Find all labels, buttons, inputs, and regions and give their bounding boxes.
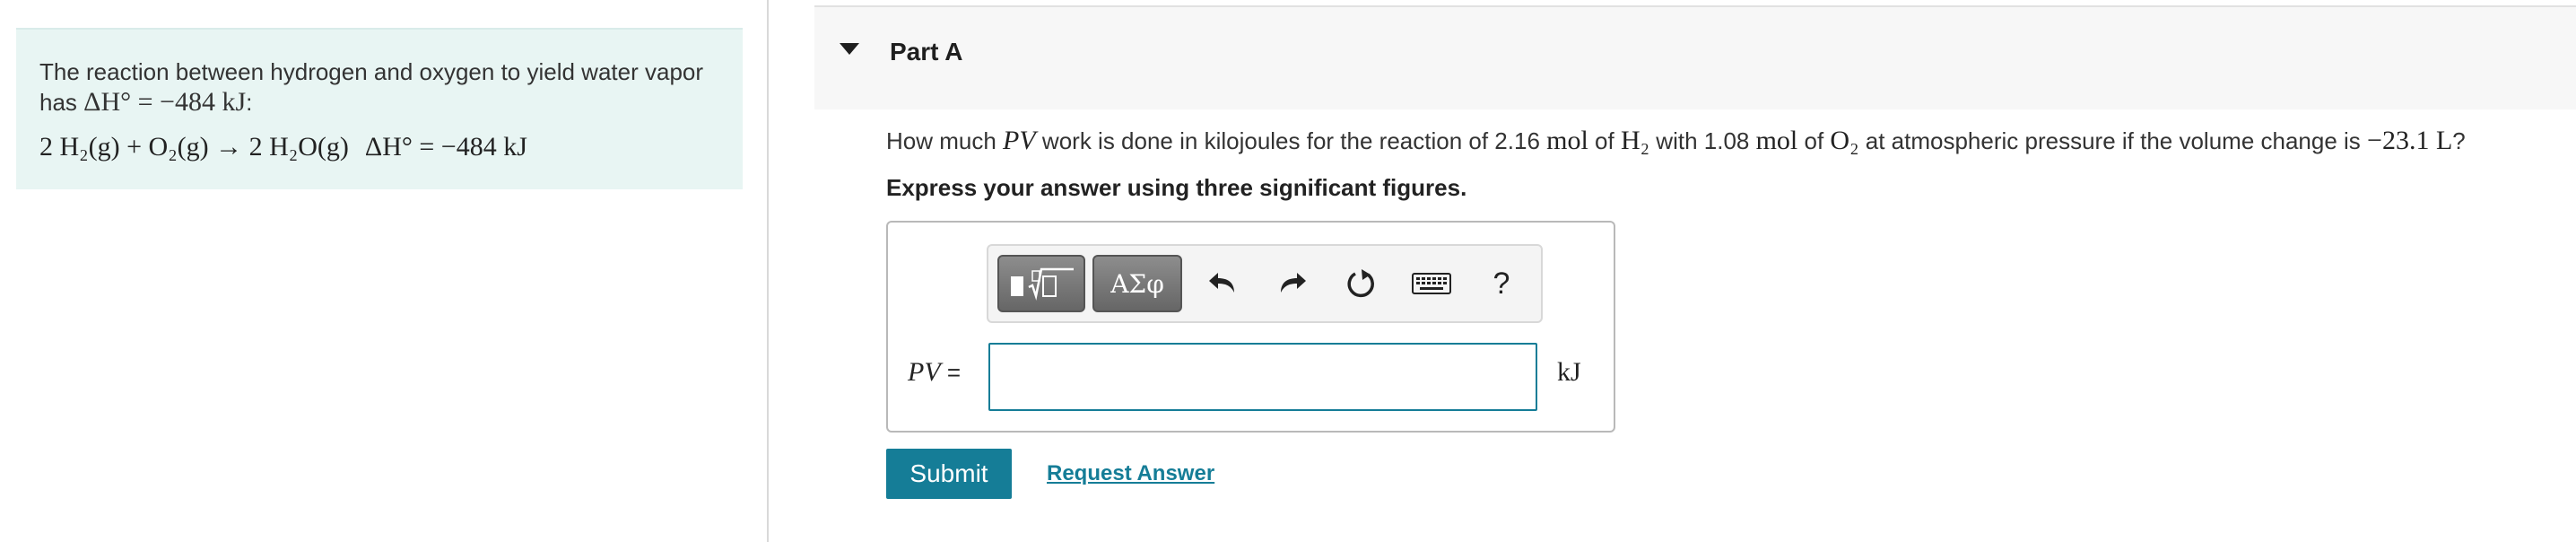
- question-pv: PV: [1003, 126, 1036, 155]
- question-segment: work is done in kilojoules for the react…: [1035, 127, 1547, 154]
- answer-box: ΑΣφ ? PV = kJ: [886, 221, 1615, 433]
- answer-label: PV =: [908, 357, 961, 388]
- math-toolbar: ΑΣφ ?: [987, 244, 1543, 323]
- request-answer-link[interactable]: Request Answer: [1047, 461, 1214, 486]
- question-segment: at atmospheric pressure if the volume ch…: [1858, 127, 2368, 154]
- question-unit-mol: mol: [1755, 126, 1798, 155]
- question-segment: of: [1588, 127, 1621, 154]
- submit-button[interactable]: Submit: [886, 449, 1012, 499]
- intro-text-suffix: :: [246, 89, 253, 116]
- keyboard-icon[interactable]: [1406, 262, 1457, 305]
- templates-button[interactable]: [997, 255, 1085, 312]
- answer-label-equals: =: [940, 359, 962, 386]
- intro-text: The reaction between hydrogen and oxygen…: [39, 57, 730, 118]
- part-header[interactable]: Part A: [814, 5, 2576, 109]
- question-segment: of: [1797, 127, 1831, 154]
- caret-down-icon[interactable]: [840, 43, 859, 55]
- question-segment: with 1.08: [1649, 127, 1756, 154]
- reset-icon[interactable]: [1340, 262, 1383, 305]
- instruction-text: Express your answer using three signific…: [886, 174, 1467, 201]
- undo-icon[interactable]: [1202, 262, 1245, 305]
- answer-unit: kJ: [1557, 357, 1581, 387]
- equation-enthalpy: ΔH° = −484 kJ: [364, 132, 527, 162]
- panel-divider: [767, 0, 769, 542]
- question-unit-mol: mol: [1546, 126, 1588, 155]
- answer-input[interactable]: [988, 343, 1537, 411]
- redo-icon[interactable]: [1270, 262, 1313, 305]
- answer-label-pv: PV: [908, 357, 941, 387]
- intro-enthalpy-inline: ΔH° = −484 kJ: [83, 87, 247, 117]
- question-segment: ?: [2452, 127, 2466, 154]
- question-h2: H₂: [1620, 126, 1650, 155]
- templates-icon: [1011, 267, 1074, 301]
- question-segment: How much: [886, 127, 1004, 154]
- reaction-equation: 2 H₂(g) + O₂(g) → 2 H₂O(g) ΔH° = −484 kJ: [39, 132, 527, 162]
- question-volume-change: −23.1 L: [2367, 126, 2453, 155]
- question-text: How much PV work is done in kilojoules f…: [886, 126, 2466, 156]
- equation-reaction: 2 H₂(g) + O₂(g) → 2 H₂O(g): [39, 132, 349, 162]
- greek-symbols-button[interactable]: ΑΣφ: [1092, 255, 1182, 312]
- help-button[interactable]: ?: [1480, 262, 1523, 305]
- part-title: Part A: [890, 38, 963, 66]
- intro-panel: The reaction between hydrogen and oxygen…: [16, 28, 743, 189]
- question-o2: O₂: [1830, 126, 1859, 155]
